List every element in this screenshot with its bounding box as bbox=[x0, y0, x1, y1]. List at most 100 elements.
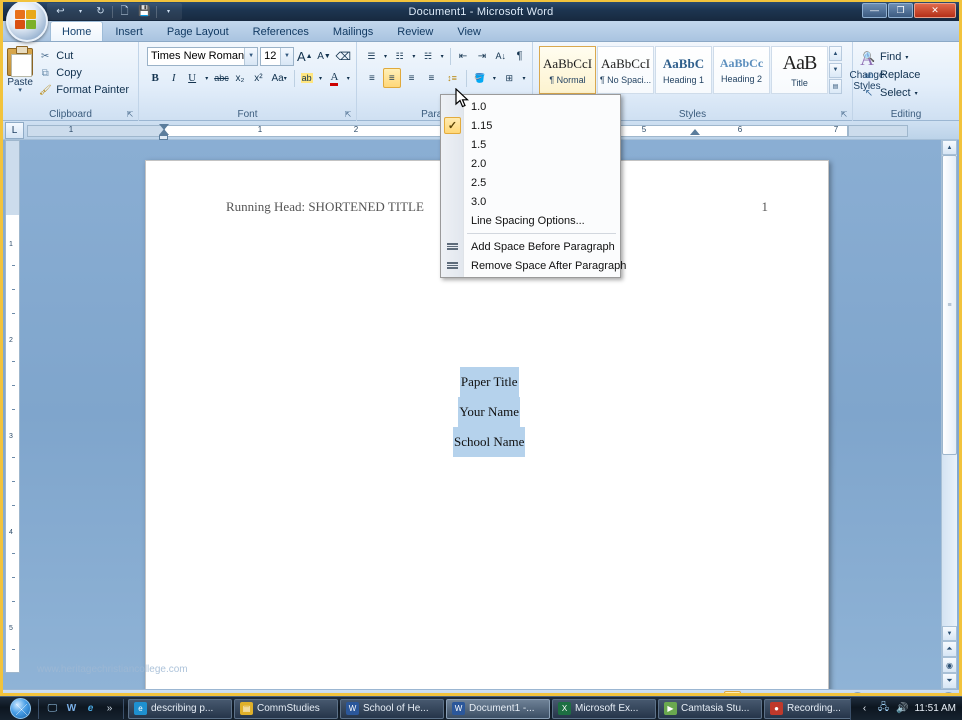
tray-expand-icon[interactable]: ‹ bbox=[857, 702, 871, 716]
align-right-button[interactable]: ≡ bbox=[403, 68, 421, 88]
select-button[interactable]: ↖ Select ▾ bbox=[857, 85, 925, 101]
paste-dropdown-icon[interactable]: ▾ bbox=[18, 87, 22, 94]
select-browse-object-button[interactable]: ◉ bbox=[942, 657, 957, 673]
clear-formatting-button[interactable]: ⌫ bbox=[334, 46, 352, 66]
menu-item-2-5[interactable]: 2.5 bbox=[441, 173, 620, 192]
font-color-button[interactable]: A bbox=[326, 68, 342, 88]
tab-references[interactable]: References bbox=[241, 21, 321, 41]
format-painter-button[interactable]: 🖌 Format Painter bbox=[33, 82, 134, 98]
task-camtasia-stu[interactable]: ▶ Camtasia Stu... bbox=[658, 698, 762, 719]
select-dropdown-icon[interactable]: ▾ bbox=[915, 90, 918, 97]
shading-dropdown-button[interactable]: ▾ bbox=[490, 68, 498, 88]
title-page-block[interactable]: Paper Title Your Name School Name bbox=[453, 367, 526, 457]
grow-font-button[interactable]: A ▲ bbox=[296, 46, 314, 66]
bullets-dropdown-button[interactable]: ▾ bbox=[382, 46, 389, 66]
tab-insert[interactable]: Insert bbox=[103, 21, 155, 41]
bold-button[interactable]: B bbox=[147, 68, 163, 88]
decrease-indent-button[interactable]: ⇤ bbox=[455, 46, 472, 66]
task-document1[interactable]: W Document1 -... bbox=[446, 698, 550, 719]
increase-indent-button[interactable]: ⇥ bbox=[474, 46, 491, 66]
bullets-button[interactable]: ☰ bbox=[363, 46, 380, 66]
menu-item-1-15[interactable]: ✓ 1.15 bbox=[441, 116, 620, 135]
tab-view[interactable]: View bbox=[445, 21, 493, 41]
save-icon[interactable]: 💾 bbox=[136, 4, 153, 19]
tab-mailings[interactable]: Mailings bbox=[321, 21, 385, 41]
close-button[interactable]: ✕ bbox=[914, 3, 956, 18]
copy-button[interactable]: ⧉ Copy bbox=[33, 65, 134, 81]
left-indent-marker[interactable] bbox=[159, 134, 168, 140]
strikethrough-button[interactable]: abc bbox=[213, 68, 230, 88]
paper-title-line[interactable]: Paper Title bbox=[453, 367, 525, 397]
menu-item-line-spacing-options[interactable]: Line Spacing Options... bbox=[441, 211, 620, 230]
style-title[interactable]: AaB Title bbox=[771, 46, 828, 94]
tab-page-layout[interactable]: Page Layout bbox=[155, 21, 241, 41]
line-spacing-menu[interactable]: 1.0 ✓ 1.15 1.5 2.0 2.5 3.0 Line Spacing … bbox=[440, 94, 626, 278]
replace-button[interactable]: ab Replace bbox=[857, 67, 925, 83]
font-dialog-launcher-icon[interactable]: ⇱ bbox=[343, 109, 353, 119]
find-dropdown-icon[interactable]: ▾ bbox=[905, 54, 908, 61]
tab-home[interactable]: Home bbox=[50, 21, 104, 41]
line-spacing-button[interactable]: ↕≡ bbox=[442, 68, 462, 88]
quick-launch-overflow-icon[interactable]: » bbox=[102, 701, 117, 716]
previous-page-button[interactable]: ⏶ bbox=[942, 641, 957, 657]
font-color-dropdown-button[interactable]: ▾ bbox=[345, 68, 352, 88]
scroll-down-button[interactable]: ▼ bbox=[942, 626, 957, 641]
task-describing-p[interactable]: e describing p... bbox=[128, 698, 232, 719]
undo-dropdown-icon[interactable]: ▾ bbox=[72, 4, 89, 19]
school-name-line[interactable]: School Name bbox=[453, 427, 526, 457]
quick-access-toolbar[interactable]: ↩ ▾ ↻ 🗋 💾 ▾ bbox=[47, 3, 182, 20]
subscript-button[interactable]: x₂ bbox=[232, 68, 248, 88]
scroll-up-button[interactable]: ▲ bbox=[942, 140, 957, 155]
font-name-dropdown-icon[interactable]: ▼ bbox=[244, 47, 258, 65]
right-indent-marker[interactable] bbox=[690, 128, 700, 135]
numbering-button[interactable]: ☷ bbox=[391, 46, 408, 66]
next-page-button[interactable]: ⏷ bbox=[942, 673, 957, 689]
underline-button[interactable]: U bbox=[184, 68, 200, 88]
styles-scroll-up-icon[interactable]: ▲ bbox=[829, 46, 842, 61]
shading-button[interactable]: 🪣 bbox=[471, 68, 489, 88]
vertical-scrollbar[interactable]: ▲ ≡ ▼ ⏶ ◉ ⏷ bbox=[941, 140, 957, 689]
show-formatting-marks-button[interactable]: ¶ bbox=[511, 46, 528, 66]
multilevel-list-dropdown-button[interactable]: ▾ bbox=[438, 46, 445, 66]
superscript-button[interactable]: x² bbox=[250, 68, 266, 88]
volume-icon[interactable]: 🔊 bbox=[895, 702, 909, 716]
menu-item-2-0[interactable]: 2.0 bbox=[441, 154, 620, 173]
maximize-button[interactable]: ❐ bbox=[888, 3, 913, 18]
text-highlight-button[interactable]: ab bbox=[298, 68, 314, 88]
taskbar-clock[interactable]: 11:51 AM bbox=[914, 703, 956, 714]
shrink-font-button[interactable]: A ▼ bbox=[316, 46, 333, 66]
minimize-button[interactable]: — bbox=[862, 3, 887, 18]
redo-icon[interactable]: ↻ bbox=[92, 4, 109, 19]
menu-item-1-0[interactable]: 1.0 bbox=[441, 97, 620, 116]
style-heading-1[interactable]: AaBbC Heading 1 bbox=[655, 46, 712, 94]
scrollbar-track[interactable] bbox=[942, 455, 957, 626]
menu-item-3-0[interactable]: 3.0 bbox=[441, 192, 620, 211]
text-highlight-dropdown-button[interactable]: ▾ bbox=[317, 68, 324, 88]
borders-dropdown-button[interactable]: ▾ bbox=[520, 68, 528, 88]
menu-item-1-5[interactable]: 1.5 bbox=[441, 135, 620, 154]
numbering-dropdown-button[interactable]: ▾ bbox=[410, 46, 417, 66]
network-icon[interactable]: 🖧 bbox=[876, 702, 890, 716]
align-center-button[interactable]: ≡ bbox=[382, 68, 401, 88]
style-normal[interactable]: AaBbCcI ¶ Normal bbox=[539, 46, 596, 94]
font-size-combo[interactable]: 12 ▼ bbox=[260, 46, 294, 66]
borders-button[interactable]: ⊞ bbox=[500, 68, 518, 88]
font-size-dropdown-icon[interactable]: ▼ bbox=[280, 47, 293, 65]
tab-stop-selector-button[interactable]: L bbox=[5, 121, 24, 139]
multilevel-list-button[interactable]: ☵ bbox=[420, 46, 437, 66]
style-no-spacing[interactable]: AaBbCcI ¶ No Spaci... bbox=[597, 46, 654, 94]
word-quicklaunch-icon[interactable]: W bbox=[64, 701, 79, 716]
task-school-of-he[interactable]: W School of He... bbox=[340, 698, 444, 719]
italic-button[interactable]: I bbox=[165, 68, 181, 88]
customize-qat-icon[interactable]: ▾ bbox=[160, 4, 177, 19]
underline-dropdown-button[interactable]: ▾ bbox=[202, 68, 211, 88]
undo-icon[interactable]: ↩ bbox=[52, 4, 69, 19]
task-recording[interactable]: ● Recording... bbox=[764, 698, 851, 719]
scrollbar-thumb[interactable]: ≡ bbox=[942, 155, 957, 455]
styles-dialog-launcher-icon[interactable]: ⇱ bbox=[839, 109, 849, 119]
internet-explorer-icon[interactable]: e bbox=[83, 701, 98, 716]
clipboard-dialog-launcher-icon[interactable]: ⇱ bbox=[125, 109, 135, 119]
show-desktop-icon[interactable]: 🖵 bbox=[45, 701, 60, 716]
change-case-button[interactable]: Aa ▾ bbox=[269, 68, 290, 88]
styles-scroll-down-icon[interactable]: ▼ bbox=[829, 62, 842, 78]
